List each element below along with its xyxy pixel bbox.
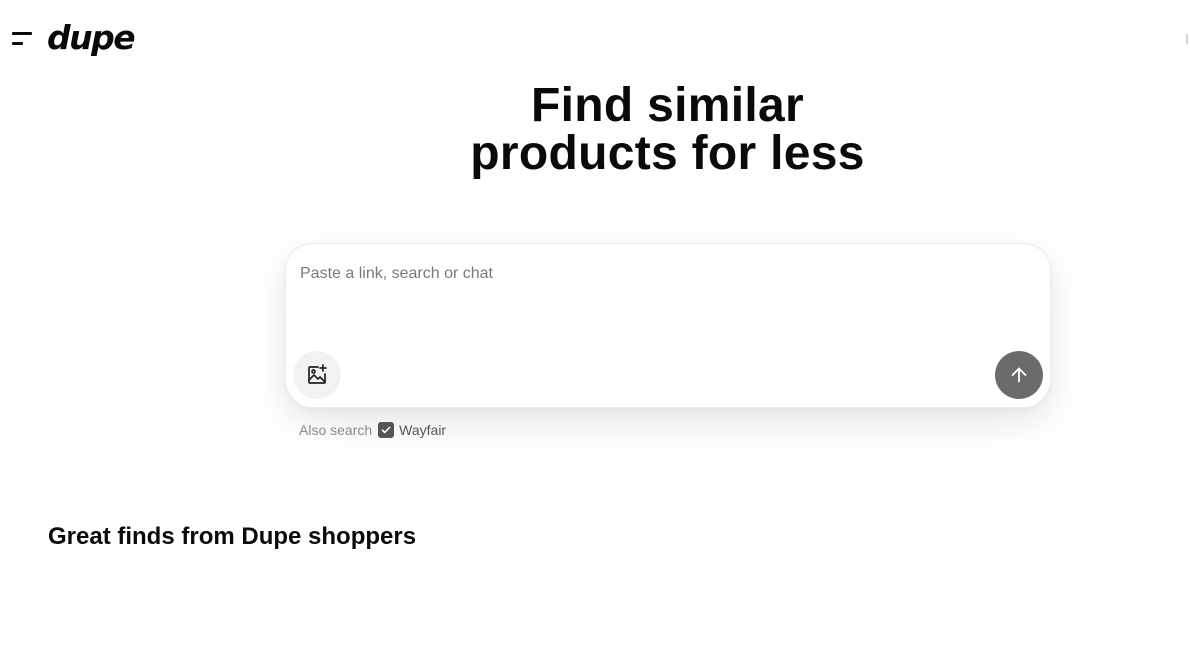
header: dupe [0,0,1190,80]
wayfair-label[interactable]: Wayfair [399,422,446,438]
scrollbar-edge [1186,34,1188,44]
also-search-label: Also search [299,422,373,438]
arrow-up-icon [1011,367,1027,383]
image-upload-button[interactable] [293,351,341,399]
hero-title: Find similar products for less [0,82,1190,178]
submit-button[interactable] [995,351,1043,399]
section-title: Great finds from Dupe shoppers [48,523,417,550]
search-input[interactable] [300,260,1000,288]
also-search-row: Also search Wayfair [299,420,446,440]
menu-button[interactable] [10,30,34,48]
hero-title-line-1: Find similar [531,79,804,132]
checkmark-icon [381,426,391,434]
search-card [285,243,1051,408]
hero-title-line-2: products for less [470,127,865,180]
image-add-icon [308,364,327,384]
dupe-logo[interactable]: dupe [47,18,136,58]
wayfair-checkbox[interactable] [378,422,395,438]
